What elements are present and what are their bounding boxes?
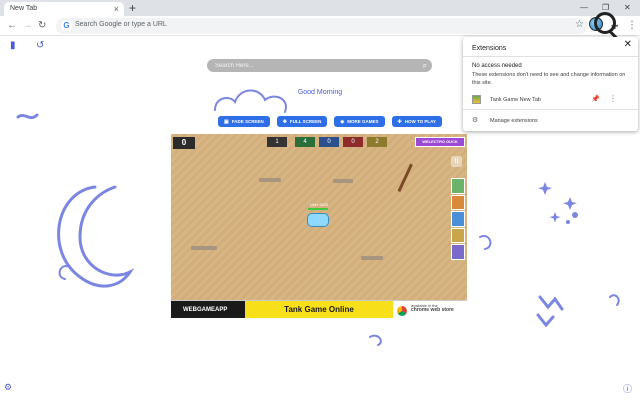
player-health-bar <box>308 208 328 210</box>
page-search-bar: ⌕ <box>207 59 432 72</box>
fade-screen-button[interactable]: ▣ FADE SCREEN <box>218 116 270 127</box>
hud-counter-1: 1 <box>267 137 287 147</box>
rock <box>259 178 281 182</box>
manage-extensions-link[interactable]: Manage extensions <box>490 118 538 124</box>
new-tab-button[interactable]: + <box>129 1 136 15</box>
game-brand-badge: WELECTRO DUCK <box>415 137 465 147</box>
pin-icon[interactable]: 📌 <box>591 95 600 103</box>
tab-title: New Tab <box>10 5 38 12</box>
game-button-row: ▣ FADE SCREEN ✥ FULL SCREEN ◈ MORE GAMES… <box>218 116 442 127</box>
magnifier-cursor-icon <box>594 12 616 34</box>
info-icon[interactable]: ⓘ <box>623 382 632 395</box>
player-name: User 5420 <box>309 202 329 207</box>
player-score: 0 <box>173 137 195 149</box>
tab-strip: New Tab × + — ❐ ✕ <box>0 0 640 16</box>
omnibox[interactable]: G Search Google or type a URL ☆ <box>56 18 588 34</box>
rock <box>191 246 217 250</box>
bookmark-icon[interactable]: ▮ <box>10 40 16 52</box>
how-to-play-icon: ✚ <box>397 118 402 125</box>
minimize-icon[interactable]: — <box>580 2 588 14</box>
reload-icon[interactable]: ↻ <box>38 19 46 33</box>
game-frame[interactable]: 0 1 4 0 0 2 WELECTRO DUCK II User 5420 W… <box>171 134 467 318</box>
side-thumb[interactable] <box>451 244 465 260</box>
fade-screen-label: FADE SCREEN <box>231 119 264 124</box>
game-bottom-banner: WEBGAMEAPP Tank Game Online available in… <box>171 300 467 318</box>
extensions-title: Extensions <box>472 45 507 52</box>
banner-title: Tank Game Online <box>245 301 393 318</box>
bookmark-star-icon[interactable]: ☆ <box>575 19 584 30</box>
more-games-label: MORE GAMES <box>347 119 379 124</box>
side-thumb[interactable] <box>451 194 465 210</box>
divider <box>463 56 638 57</box>
extension-name[interactable]: Tank Game New Tab <box>490 97 541 103</box>
full-screen-icon: ✥ <box>282 118 287 125</box>
access-description: These extensions don't need to see and c… <box>472 72 626 86</box>
player-tank <box>307 213 329 227</box>
settings-gear-icon[interactable]: ⚙ <box>4 382 12 393</box>
how-to-play-button[interactable]: ✚ HOW TO PLAY <box>391 116 442 127</box>
hud-counter-5: 2 <box>367 137 387 147</box>
rock <box>333 179 353 183</box>
access-heading: No access needed <box>472 63 522 69</box>
hud-counter-4: 0 <box>343 137 363 147</box>
close-icon[interactable]: ✕ <box>624 39 632 50</box>
gear-icon: ⚙ <box>472 117 479 124</box>
full-screen-button[interactable]: ✥ FULL SCREEN <box>276 116 328 127</box>
cws-line-2: chrome web store <box>411 307 454 313</box>
side-thumb[interactable] <box>451 211 465 227</box>
window-close-icon[interactable]: ✕ <box>624 2 631 14</box>
fade-screen-icon: ▣ <box>224 118 229 125</box>
side-thumb[interactable] <box>451 178 465 194</box>
more-games-icon: ◈ <box>340 118 345 125</box>
side-thumb[interactable] <box>451 227 465 243</box>
google-icon: G <box>61 20 72 31</box>
omnibox-placeholder: Search Google or type a URL <box>75 21 167 28</box>
tab-close-icon[interactable]: × <box>114 3 119 15</box>
browser-toolbar: ← → ↻ G Search Google or type a URL ☆ ✚ … <box>0 16 640 36</box>
hud-counter-2: 4 <box>295 137 315 147</box>
chrome-web-store-badge[interactable]: available in the chrome web store <box>393 303 467 317</box>
chrome-icon <box>397 306 407 316</box>
full-screen-label: FULL SCREEN <box>289 119 322 124</box>
page-search-input[interactable] <box>215 60 415 71</box>
extensions-popup: Extensions ✕ No access needed These exte… <box>463 37 638 131</box>
rock <box>361 256 383 260</box>
back-icon[interactable]: ← <box>7 19 17 33</box>
tab-new-tab[interactable]: New Tab × <box>4 2 124 16</box>
game-side-panel <box>451 178 465 260</box>
menu-kebab-icon[interactable]: ⋮ <box>627 19 637 33</box>
more-games-button[interactable]: ◈ MORE GAMES <box>334 116 385 127</box>
search-icon[interactable]: ⌕ <box>423 60 427 71</box>
divider <box>463 109 638 110</box>
how-to-play-label: HOW TO PLAY <box>404 119 436 124</box>
history-icon[interactable]: ↺ <box>36 40 44 52</box>
banner-brand[interactable]: WEBGAMEAPP <box>171 301 245 318</box>
forward-icon[interactable]: → <box>22 19 32 33</box>
more-options-icon[interactable]: ⋮ <box>609 94 617 103</box>
hud-counter-3: 0 <box>319 137 339 147</box>
pause-button[interactable]: II <box>451 156 462 167</box>
tank-game-icon <box>472 95 481 104</box>
